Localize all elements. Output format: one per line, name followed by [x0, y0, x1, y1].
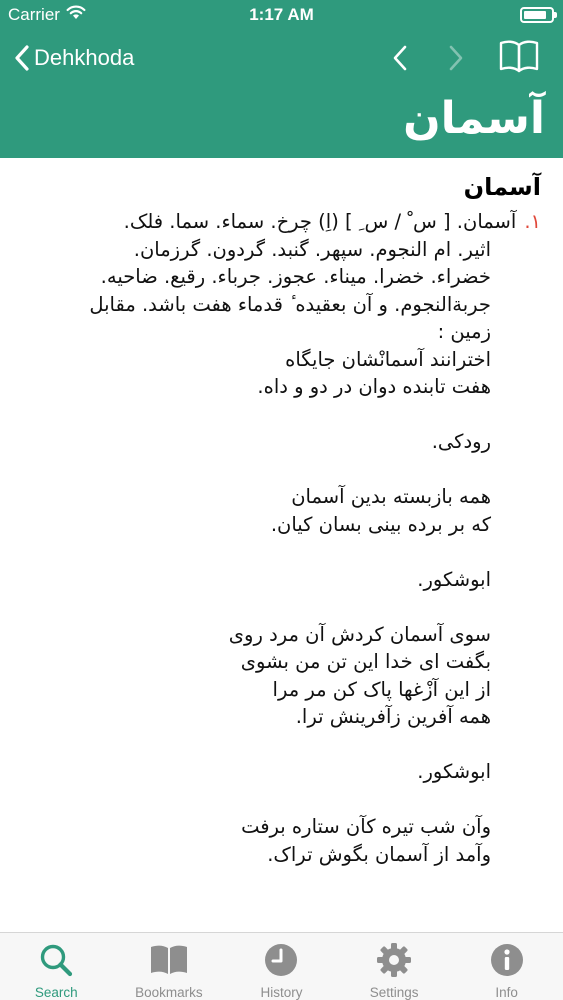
- page-title: آسمان: [5, 88, 545, 150]
- poem-line: اخترانند آسمانْشان جایگاه: [285, 347, 491, 371]
- tab-bookmarks[interactable]: Bookmarks: [113, 933, 226, 1000]
- entry-definition: ۱. آسمان. [ س ْ / س ِ ] (اِ) چرخ. سماء. س…: [20, 208, 541, 868]
- poem-line: همه بازبسته بدین آسمان: [291, 485, 491, 508]
- page-title-text: آسمان: [403, 93, 545, 144]
- info-icon: [485, 938, 529, 982]
- definition-line: ۱. آسمان. [ س ْ / س ِ ] (اِ) چرخ. سماء. س…: [20, 208, 541, 236]
- status-time: 1:17 AM: [249, 5, 314, 24]
- navigation-header: Dehkhoda آسمان: [0, 30, 563, 158]
- poem-line: همه آفرین زآفرینش ترا.: [295, 705, 491, 728]
- definition-line: خضراء. خضرا. میناء. عجوز. جرباء. رقیع. ض…: [100, 265, 491, 288]
- chevron-left-icon: [393, 45, 407, 71]
- back-button[interactable]: Dehkhoda: [14, 42, 134, 74]
- chevron-left-icon: [14, 44, 30, 72]
- tab-history[interactable]: History: [225, 933, 338, 1000]
- entry-number: ۱.: [524, 210, 541, 233]
- poem-line: از این آزْغها پاک کن مر مرا: [272, 677, 491, 701]
- settings-icon: [372, 938, 416, 982]
- tab-settings[interactable]: Settings: [338, 933, 451, 1000]
- poem-line: بگفت ای خدا این تن من بشوی: [240, 650, 491, 673]
- status-bar: Carrier 1:17 AM: [0, 0, 563, 30]
- poem-line: هفت تابنده دوان در دو و داه.: [257, 375, 491, 398]
- tab-search[interactable]: Search: [0, 933, 113, 1000]
- poem-line: سوی آسمان کردش آن مرد روی: [228, 622, 491, 646]
- chevron-right-icon: [449, 45, 463, 71]
- previous-entry-button[interactable]: [386, 43, 416, 73]
- entry-headword: آسمان: [463, 173, 541, 201]
- history-icon: [259, 938, 303, 982]
- poet-attribution: ابوشکور.: [417, 760, 491, 783]
- poem-line: وآمد از آسمان بگوش تراک.: [267, 842, 491, 866]
- definition-text: آسمان. [ س ْ / س ِ ] (اِ) چرخ. سماء. سما…: [123, 210, 517, 233]
- tab-label: Search: [34, 985, 78, 1000]
- bookmarks-icon: [147, 938, 191, 982]
- poem-line: که بر برده بینی بسان کیان.: [270, 512, 491, 536]
- definition-line: زمین :: [437, 320, 491, 343]
- definition-line: اثیر. ام النجوم. سپهر. گنبد. گردون. گرزم…: [133, 237, 491, 261]
- battery-icon: [520, 7, 557, 23]
- tab-info[interactable]: Info: [450, 933, 563, 1000]
- poem-line: وآن شب تیره کآن ستاره برفت: [241, 815, 491, 838]
- tab-label: Bookmarks: [135, 985, 203, 1000]
- poet-attribution: ابوشکور.: [417, 567, 491, 591]
- entry-content[interactable]: آسمان ۱. آسمان. [ س ْ / س ِ ] (اِ) چرخ. س…: [0, 158, 563, 932]
- next-entry-button[interactable]: [440, 43, 470, 73]
- tab-label: Info: [495, 985, 518, 1000]
- tab-label: Settings: [369, 985, 419, 1000]
- tab-bar: Search Bookmarks History Settings Info: [0, 932, 563, 1000]
- back-label: Dehkhoda: [34, 45, 135, 70]
- search-icon: [34, 938, 78, 982]
- dictionary-button[interactable]: [498, 38, 540, 74]
- book-icon: [499, 40, 539, 73]
- definition-line: جربةالنجوم. و آن بعقیده ٔ قدماء هفت باشد…: [89, 292, 491, 316]
- tab-label: History: [260, 985, 303, 1000]
- poet-attribution: رودکی.: [431, 430, 491, 453]
